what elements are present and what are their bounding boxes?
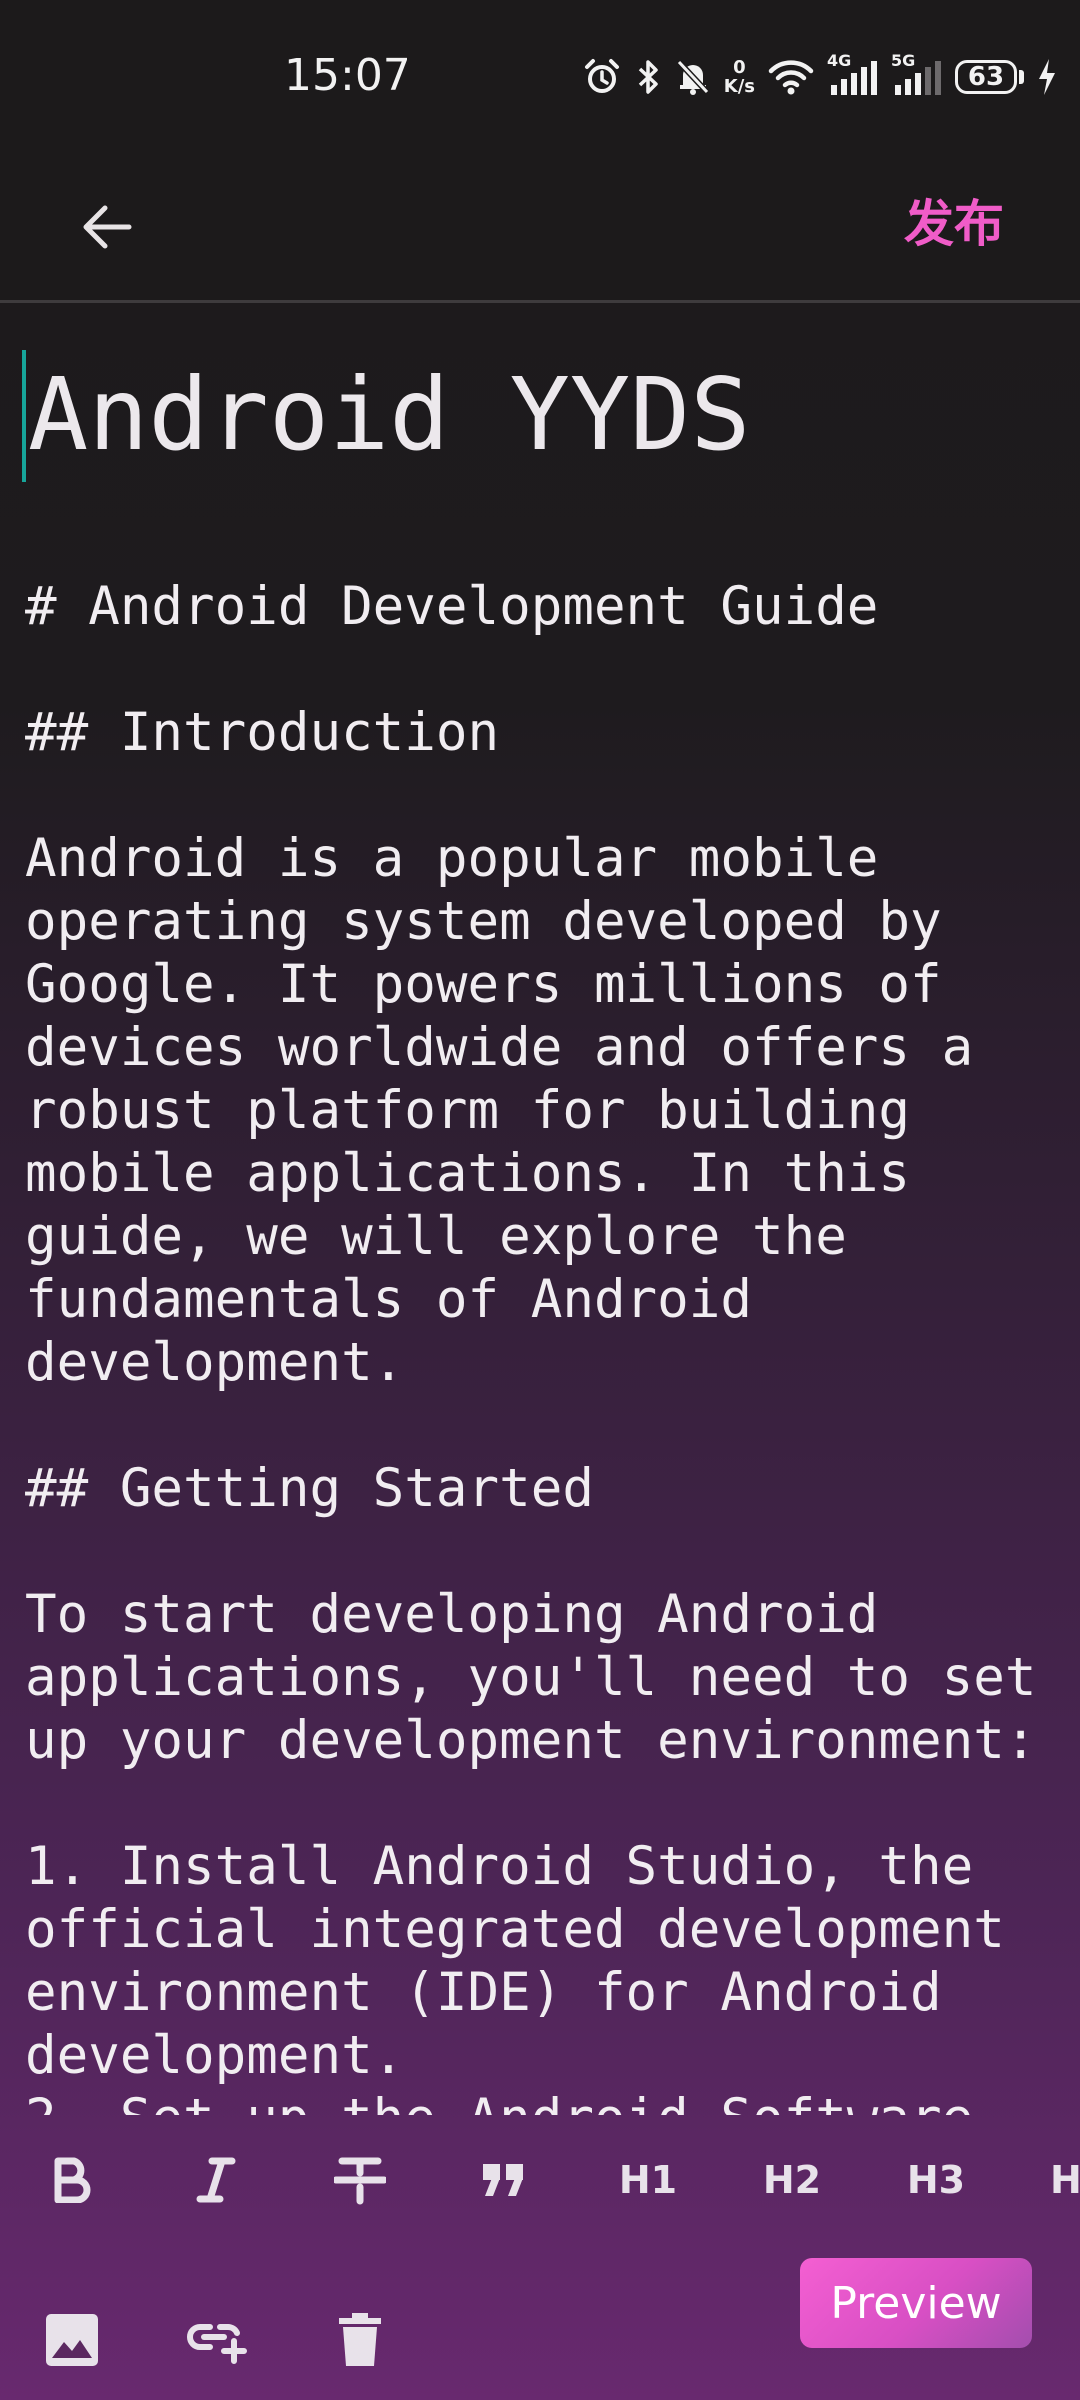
mute-bell-icon xyxy=(674,57,712,97)
arrow-left-icon xyxy=(83,205,132,249)
content-editor[interactable]: # Android Development Guide ## Introduct… xyxy=(25,575,1065,2115)
signal-5g-label: 5G xyxy=(891,51,916,70)
strikethrough-icon xyxy=(334,2157,386,2205)
title-input[interactable]: Android YYDS xyxy=(22,350,1062,485)
wifi-icon xyxy=(767,57,815,97)
heading3-button[interactable]: H3 xyxy=(896,2140,976,2220)
title-text: Android YYDS xyxy=(28,356,751,473)
heading4-clip: H4 xyxy=(1040,2140,1080,2220)
trash-icon xyxy=(339,2313,381,2366)
charging-icon xyxy=(1036,57,1058,97)
italic-button[interactable] xyxy=(176,2140,256,2220)
battery-nub xyxy=(1019,70,1024,84)
format-toolbar: H1 H2 H3 H4 xyxy=(0,2140,1080,2220)
battery-level: 63 xyxy=(955,60,1017,94)
battery-indicator: 63 xyxy=(955,60,1024,94)
back-button[interactable] xyxy=(72,192,142,262)
heading2-button[interactable]: H2 xyxy=(752,2140,832,2220)
bold-button[interactable] xyxy=(32,2140,112,2220)
strikethrough-button[interactable] xyxy=(320,2140,400,2220)
bold-icon xyxy=(54,2157,91,2203)
markdown-content: # Android Development Guide ## Introduct… xyxy=(25,576,1037,2115)
quote-icon xyxy=(483,2164,523,2196)
status-icons: 0 K/s 4G 5G 63 xyxy=(582,51,1058,102)
signal-4g-icon: 4G xyxy=(827,51,879,97)
net-speed-unit: K/s xyxy=(723,76,755,97)
net-speed-value: 0 xyxy=(733,57,746,78)
status-time: 15:07 xyxy=(284,50,411,101)
net-speed: 0 K/s xyxy=(724,58,755,96)
italic-icon xyxy=(196,2157,236,2203)
text-cursor xyxy=(22,350,26,482)
heading4-button[interactable]: H4 xyxy=(1050,2140,1080,2220)
preview-button[interactable]: Preview xyxy=(800,2258,1032,2348)
quote-button[interactable] xyxy=(464,2140,544,2220)
insert-image-button[interactable] xyxy=(32,2300,112,2380)
signal-4g-label: 4G xyxy=(827,51,852,70)
status-bar: 15:07 0 K/s 4G 5G 63 xyxy=(0,0,1080,150)
alarm-icon xyxy=(582,57,622,97)
heading1-button[interactable]: H1 xyxy=(608,2140,688,2220)
publish-button[interactable]: 发布 xyxy=(904,184,1004,256)
bluetooth-icon xyxy=(634,57,662,97)
image-icon xyxy=(46,2314,98,2366)
signal-5g-icon: 5G xyxy=(891,51,943,97)
delete-button[interactable] xyxy=(320,2300,400,2380)
insert-link-button[interactable] xyxy=(176,2300,256,2380)
add-link-icon xyxy=(187,2324,247,2364)
top-app-bar: 发布 xyxy=(0,150,1080,303)
